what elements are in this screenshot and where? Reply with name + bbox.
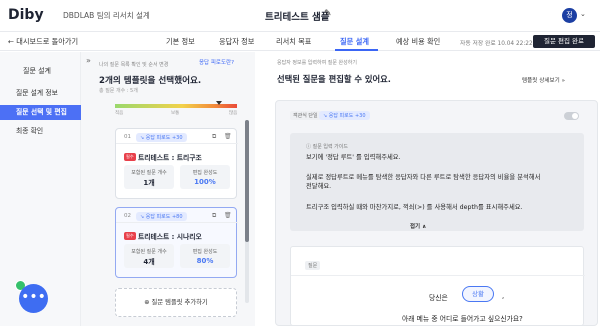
template-card[interactable]: 02 ↘ 응답 피로도 +80 ⧉ 🗑 필수 트리테스트 : 시나리오 포함된 … (115, 207, 238, 278)
box-value: 4개 (143, 258, 155, 266)
question-box: 질문 당신은 상황 , 아래 메뉴 중 어디로 들어가고 싶으신가요? (290, 246, 585, 326)
fatigue-marker (215, 101, 222, 105)
sidebar-item-final-check[interactable]: 최종 확인 (0, 124, 81, 139)
box-value: 1개 (143, 179, 155, 187)
gauge-label-mid: 보통 (171, 111, 180, 116)
box-label: 포함된 질문 개수 (131, 170, 167, 176)
tab-respondent-info[interactable]: 응답자 정보 (219, 37, 254, 47)
user-avatar[interactable]: 정 (562, 8, 577, 23)
sidebar-item-design-info[interactable]: 질문 설계 정보 (0, 86, 81, 101)
completion-box: 편집 완성도 100% (180, 165, 230, 189)
box-label: 편집 완성도 (192, 249, 218, 255)
required-badge: 필수 (124, 232, 136, 240)
tab-question-design[interactable]: 질문 설계 (340, 37, 369, 47)
template-detail-link[interactable]: 템플릿 상세보기 » (522, 76, 565, 84)
fatigue-help-link[interactable]: 응답 피로도란? (199, 58, 234, 66)
copy-icon[interactable]: ⧉ (212, 133, 216, 141)
top-bar: Diby DBDLAB 팀의 리서치 설계 트리테스트 샘플 ✎ 정 ⌄ (0, 0, 600, 32)
gauge-label-high: 많음 (229, 111, 238, 116)
fatigue-tag: ↘ 응답 피로도 +30 (319, 111, 370, 120)
guide-label: ⓘ 질문 입력 가이드 (306, 144, 348, 150)
app-logo[interactable]: Diby (8, 7, 44, 23)
chat-button[interactable]: ••• (19, 284, 48, 313)
guide-line: 실제로 정답루트로 메뉴를 탐색한 응답자와 다른 루트로 탐색한 응답자의 비… (306, 174, 541, 181)
sidebar-item-select-edit[interactable]: 질문 선택 및 편집 (0, 105, 81, 120)
fatigue-tag: ↘ 응답 피로도 +80 (136, 212, 187, 221)
project-name: DBDLAB 팀의 리서치 설계 (63, 11, 150, 20)
guide-line: 전달해요. (306, 183, 332, 190)
situation-chip[interactable]: 상황 (462, 286, 494, 302)
card-number: 01 (124, 134, 131, 140)
question-prefix: 당신은 (429, 294, 448, 302)
trash-icon[interactable]: 🗑 (224, 133, 232, 140)
question-panel: 객관식 단일 ↘ 응답 피로도 +30 ⓘ 질문 입력 가이드 보기에 '정답 … (275, 100, 598, 326)
toggle-switch[interactable] (564, 112, 579, 120)
panel-title: 2개의 템플릿을 선택했어요. (99, 76, 202, 86)
box-value: 100% (194, 178, 216, 186)
box-label: 편집 완성도 (192, 170, 218, 176)
divider (116, 222, 238, 223)
card-number: 02 (124, 213, 131, 219)
edit-title-icon[interactable]: ✎ (324, 9, 332, 19)
editor-title: 선택된 질문을 편집할 수 있어요. (277, 74, 391, 84)
active-tab-indicator (335, 49, 378, 51)
question-editor: 응답자 정보를 입력하여 질문 완성하기 선택된 질문을 편집할 수 있어요. … (256, 52, 600, 326)
question-type-label: 객관식 단일 (290, 111, 321, 120)
copy-icon[interactable]: ⧉ (212, 212, 216, 220)
question-list-panel: » 나의 질문 목록 확인 및 순서 변경 응답 피로도란? 2개의 템플릿을 … (81, 52, 255, 326)
question-count: 총 질문 개수 : 5개 (99, 88, 138, 94)
card-title: 트리테스트 : 시나리오 (138, 233, 202, 241)
question-text: 아래 메뉴 중 어디로 들어가고 싶으신가요? (402, 315, 523, 323)
collapse-guide-button[interactable]: 접기 ∧ (410, 222, 427, 230)
question-label: 질문 (305, 261, 321, 270)
scrollbar-thumb[interactable] (245, 120, 249, 242)
tab-basic-info[interactable]: 기본 정보 (166, 37, 195, 47)
autosave-status: 자동 저장 완료 10.04 22:22 (460, 41, 533, 47)
fatigue-tag: ↘ 응답 피로도 +30 (136, 133, 187, 142)
guide-line: 보기에 '정답 루트' 를 입력해주세요. (306, 154, 401, 161)
question-count-box: 포함된 질문 개수 4개 (124, 244, 174, 268)
question-count-box: 포함된 질문 개수 1개 (124, 165, 174, 189)
template-card[interactable]: 01 ↘ 응답 피로도 +30 ⧉ 🗑 필수 트리테스트 : 트리구조 포함된 … (115, 128, 238, 199)
collapse-panel-icon[interactable]: » (86, 56, 91, 65)
chevron-down-icon[interactable]: ⌄ (580, 10, 586, 18)
gauge-label-low: 적음 (115, 111, 124, 116)
guide-line: 트리구조 입력하실 때와 마찬가지로, 꺽쇠(>) 를 사용해서 depth를 … (306, 204, 523, 211)
completion-box: 편집 완성도 80% (180, 244, 230, 268)
add-template-button[interactable]: ⊕ 질문 템플릿 추가하기 (115, 288, 237, 317)
box-value: 80% (196, 257, 214, 265)
editor-label: 응답자 정보를 입력하여 질문 완성하기 (277, 60, 357, 66)
divider (291, 275, 585, 276)
tab-research-goal[interactable]: 리서치 목표 (276, 37, 311, 47)
question-punct: , (502, 292, 505, 300)
input-guide: ⓘ 질문 입력 가이드 보기에 '정답 루트' 를 입력해주세요. 실제로 정답… (290, 133, 584, 231)
sub-navigation: ← 대시보드로 돌아가기 기본 정보 응답자 정보 리서치 목표 질문 설계 예… (0, 32, 600, 51)
trash-icon[interactable]: 🗑 (224, 212, 232, 219)
sidebar-heading: 질문 설계 (23, 67, 51, 75)
document-title: 트리테스트 샘플 (265, 12, 330, 23)
box-label: 포함된 질문 개수 (131, 249, 167, 255)
required-badge: 필수 (124, 153, 136, 161)
finish-editing-button[interactable]: 질문 편집 완료 (533, 35, 595, 48)
card-title: 트리테스트 : 트리구조 (138, 154, 202, 162)
panel-label: 나의 질문 목록 확인 및 순서 변경 (99, 62, 169, 68)
divider (116, 143, 238, 144)
back-to-dashboard-link[interactable]: ← 대시보드로 돌아가기 (8, 37, 78, 47)
tab-cost-estimate[interactable]: 예상 비용 확인 (396, 37, 440, 47)
